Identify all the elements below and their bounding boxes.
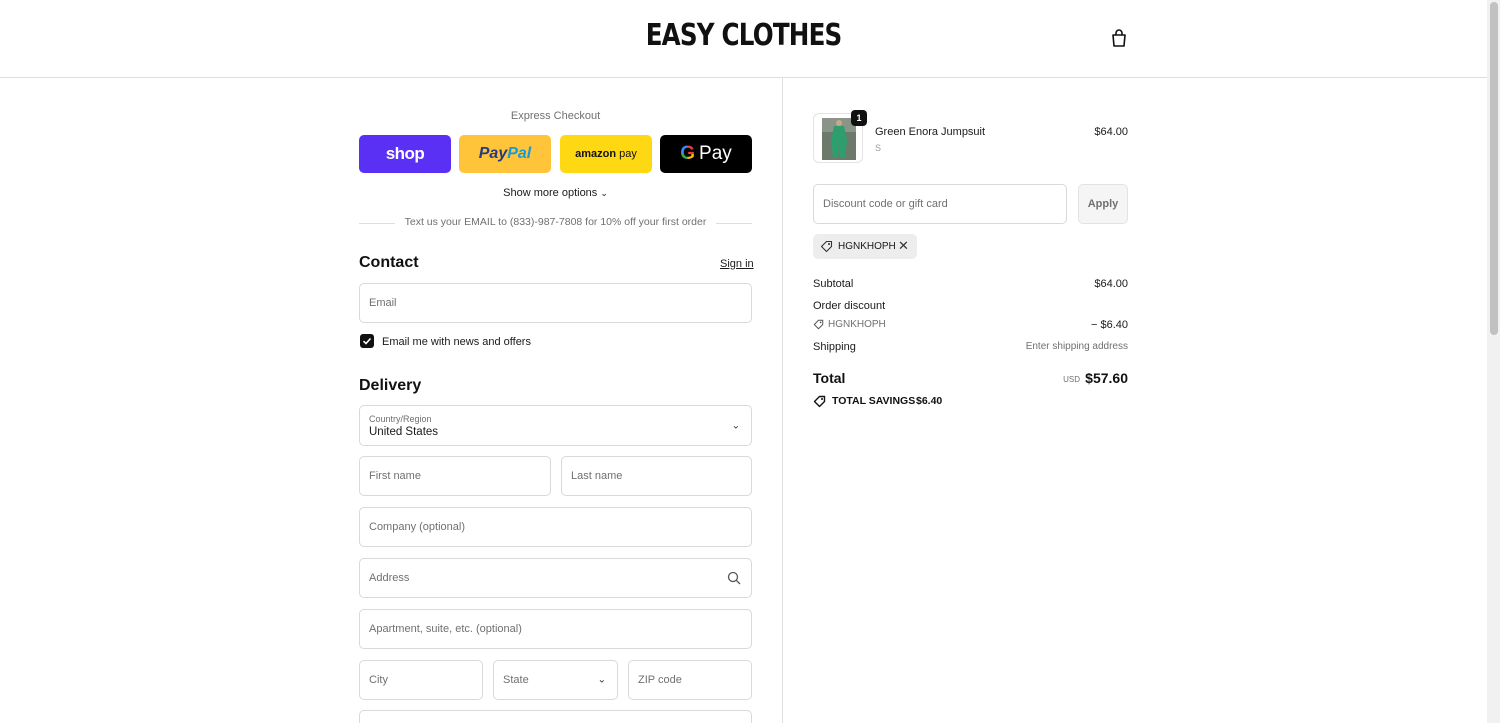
delivery-title: Delivery (359, 377, 422, 394)
paypal-label-pay: Pay (478, 145, 508, 162)
amazon-pay-label-amazon: amazon (575, 148, 617, 160)
apartment-field[interactable]: Apartment, suite, etc. (optional) (359, 609, 752, 649)
apartment-placeholder: Apartment, suite, etc. (optional) (369, 623, 522, 635)
sms-promo-text: Text us your EMAIL to (833)-987-7808 for… (404, 216, 707, 228)
shop-pay-label: shop (385, 144, 425, 163)
page-scrollbar[interactable] (1487, 0, 1500, 723)
first-name-field[interactable]: First name (359, 456, 551, 496)
sign-in-link[interactable]: Sign in (720, 258, 754, 270)
discount-placeholder: Discount code or gift card (823, 198, 948, 210)
remove-code-close-icon[interactable]: ✕ (898, 238, 909, 254)
email-placeholder: Email (369, 297, 397, 309)
discount-code-label: HGNKHOPH (828, 319, 886, 330)
amazon-pay-label-pay: pay (619, 148, 637, 160)
express-checkout-title: Express Checkout (510, 110, 601, 122)
newsletter-label: Email me with news and offers (382, 336, 531, 348)
checkmark-icon (362, 337, 372, 345)
first-name-placeholder: First name (369, 470, 421, 482)
tag-icon (813, 319, 824, 330)
chevron-down-icon: ⌄ (731, 420, 740, 431)
address-field[interactable]: Address (359, 558, 752, 598)
apply-discount-button[interactable]: Apply (1078, 184, 1128, 224)
divider-left (359, 223, 395, 224)
discount-value: − $6.40 (1090, 319, 1128, 331)
subtotal-value: $64.00 (1094, 278, 1128, 290)
state-select[interactable]: State ⌄ (493, 660, 618, 700)
savings-value: $6.40 (916, 395, 943, 407)
country-value: United States (369, 426, 439, 438)
brand-logo[interactable]: EASY CLOTHES (134, 18, 1353, 53)
phone-field[interactable] (359, 710, 752, 723)
product-variant: S (875, 143, 882, 153)
quantity-badge: 1 (851, 110, 867, 126)
discount-code-field[interactable]: Discount code or gift card (813, 184, 1067, 224)
product-price: $64.00 (1094, 126, 1128, 138)
country-select[interactable]: Country/Region United States ⌄ (359, 405, 752, 446)
site-header: EASY CLOTHES (0, 0, 1487, 78)
country-label: Country/Region (369, 414, 432, 424)
total-label: Total (813, 370, 846, 386)
shipping-value: Enter shipping address (1025, 341, 1128, 352)
last-name-placeholder: Last name (571, 470, 623, 482)
total-value: $57.60 (1085, 370, 1128, 386)
email-field[interactable]: Email (359, 283, 752, 323)
last-name-field[interactable]: Last name (561, 456, 752, 496)
company-field[interactable]: Company (optional) (359, 507, 752, 547)
product-name: Green Enora Jumpsuit (875, 126, 986, 138)
chevron-down-icon: ⌄ (597, 674, 606, 686)
applied-discount-chip: HGNKHOPH ✕ (813, 234, 917, 259)
show-more-label: Show more options (503, 187, 598, 199)
paypal-label-pal: Pal (507, 145, 532, 162)
divider-right (716, 223, 752, 224)
applied-code: HGNKHOPH (838, 241, 896, 252)
contact-title: Contact (359, 254, 419, 271)
company-placeholder: Company (optional) (369, 521, 465, 533)
zip-placeholder: ZIP code (638, 674, 682, 686)
show-more-options-button[interactable]: Show more options ⌄ (359, 187, 752, 199)
tag-icon (813, 395, 826, 408)
amazon-pay-button[interactable]: amazon pay (560, 135, 652, 173)
column-divider (782, 78, 783, 723)
tag-icon (820, 240, 833, 253)
city-field[interactable]: City (359, 660, 483, 700)
savings-label: TOTAL SAVINGS (832, 395, 916, 407)
order-discount-label: Order discount (813, 300, 886, 312)
google-pay-label: Pay (699, 143, 732, 164)
zip-field[interactable]: ZIP code (628, 660, 752, 700)
google-g-icon: G (680, 143, 696, 164)
google-pay-button[interactable]: G Pay (660, 135, 752, 173)
state-placeholder: State (503, 674, 529, 686)
scrollbar-thumb[interactable] (1490, 2, 1498, 335)
search-icon (727, 571, 741, 585)
city-placeholder: City (369, 674, 388, 686)
address-placeholder: Address (369, 572, 410, 584)
sms-promo: Text us your EMAIL to (833)-987-7808 for… (359, 216, 752, 230)
chevron-down-icon: ⌄ (600, 188, 608, 198)
shipping-label: Shipping (813, 341, 856, 353)
subtotal-label: Subtotal (813, 278, 854, 290)
paypal-button[interactable]: Pay Pal (459, 135, 551, 173)
newsletter-checkbox[interactable] (360, 334, 374, 348)
shopping-bag-icon[interactable] (1108, 27, 1130, 49)
shop-pay-button[interactable]: shop (359, 135, 451, 173)
